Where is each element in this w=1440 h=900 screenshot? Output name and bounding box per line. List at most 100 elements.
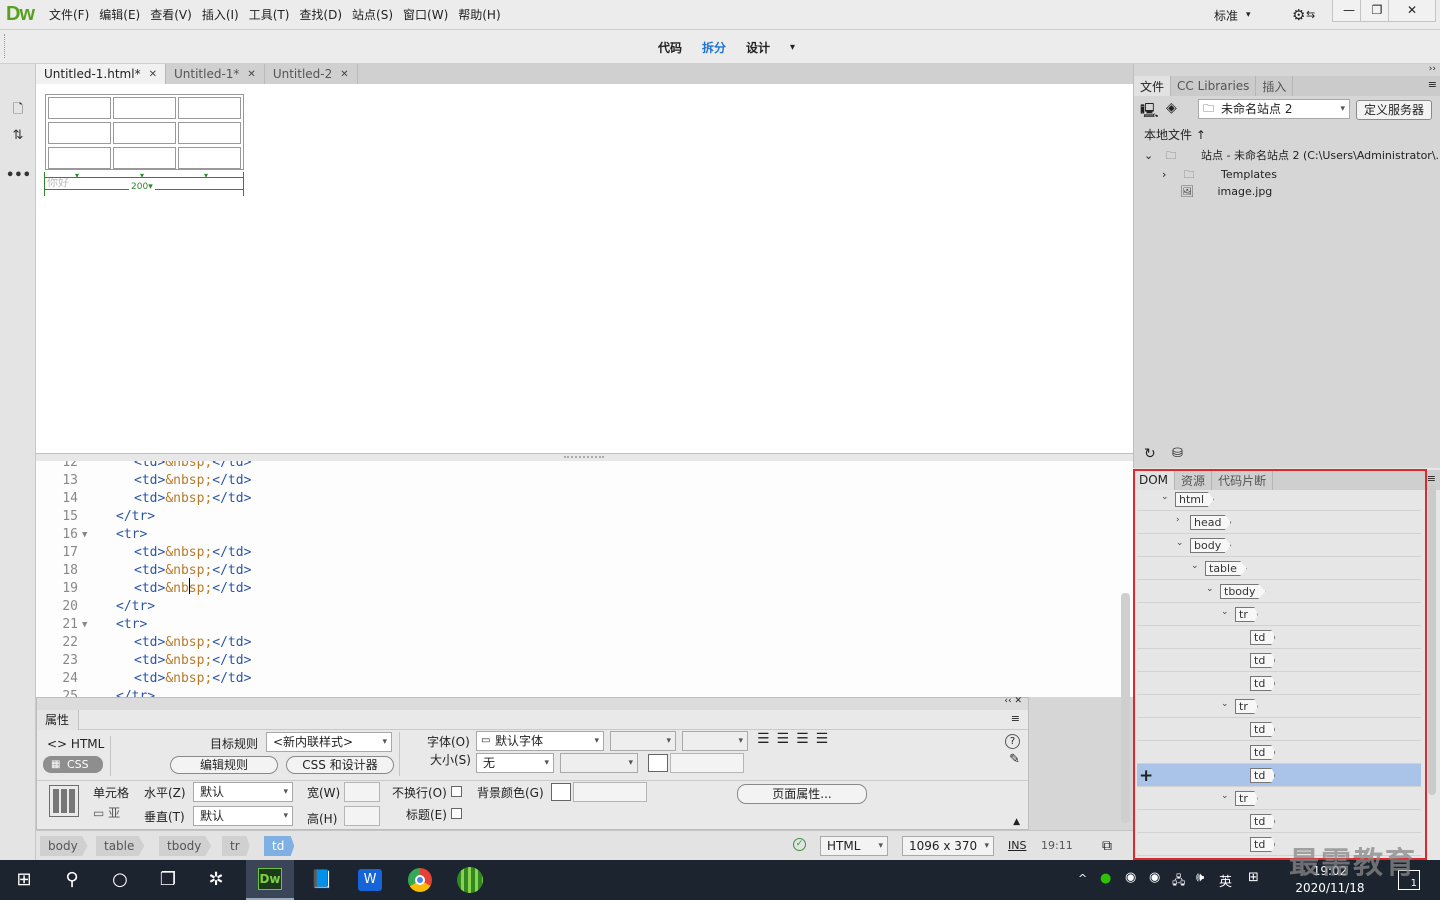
code-view[interactable]: 12 <td>&nbsp;</td> 13 <td>&nbsp;</td> 14 <td>… <box>36 461 1133 697</box>
align-buttons-icon[interactable]: ☰☰☰☰ <box>757 731 835 747</box>
width-input[interactable] <box>344 782 380 802</box>
refresh-icon[interactable]: ↻ <box>1144 446 1156 462</box>
menu-file[interactable]: 文件(F) <box>44 0 94 30</box>
define-server-button[interactable]: 定义服务器 <box>1356 100 1432 120</box>
quick-tag-editor-icon[interactable]: ✎ <box>1009 752 1020 767</box>
properties-tab[interactable]: 属性 <box>37 710 79 730</box>
live-preview-icon[interactable]: ⧉ <box>1102 838 1112 854</box>
menu-help[interactable]: 帮助(H) <box>453 0 505 30</box>
horz-select[interactable]: 默认 ▾ <box>193 782 293 802</box>
design-table-cell[interactable] <box>178 147 241 169</box>
text-color-swatch[interactable] <box>648 754 668 772</box>
panel-controls[interactable]: ‹‹ ✕ <box>1004 696 1022 706</box>
menu-icon[interactable]: ≡ <box>1427 472 1436 485</box>
tray-chevron-icon[interactable]: ^ <box>1078 872 1087 885</box>
design-table-cell[interactable] <box>178 97 241 119</box>
close-icon[interactable]: ✕ <box>149 69 157 80</box>
connect-icon[interactable]: 🖳 <box>1140 100 1160 119</box>
vert-select[interactable]: 默认 ▾ <box>193 806 293 826</box>
site-select[interactable]: 🗀 未命名站点 2 ▾ <box>1198 99 1350 119</box>
font-weight-select[interactable]: ▾ <box>682 731 748 751</box>
menu-edit[interactable]: 编辑(E) <box>94 0 145 30</box>
css-mode-button[interactable]: ▦ CSS <box>43 756 103 773</box>
close-icon[interactable]: ✕ <box>340 69 348 80</box>
breadcrumb-td[interactable]: td <box>264 836 295 856</box>
menu-icon[interactable]: ≡ <box>1428 78 1437 91</box>
split-view-button[interactable]: 拆分 <box>702 39 726 56</box>
speaker-icon[interactable]: 🕪 <box>1196 870 1204 885</box>
size-select[interactable]: 无 ▾ <box>476 753 554 773</box>
dom-scrollbar[interactable] <box>1428 485 1436 795</box>
chevron-right-icon[interactable]: › <box>1162 168 1180 181</box>
tab-untitled-2[interactable]: Untitled-2 ✕ <box>265 64 358 84</box>
fold-toggle-icon[interactable]: ▼ <box>82 530 87 540</box>
edit-rule-button[interactable]: 编辑规则 <box>170 756 278 774</box>
font-style-select[interactable]: ▾ <box>610 731 676 751</box>
local-files-header[interactable]: 本地文件 ↑ <box>1144 126 1206 143</box>
code-line[interactable]: 20 </tr> <box>36 599 1116 617</box>
menu-find[interactable]: 查找(D) <box>294 0 347 30</box>
text-color-input[interactable] <box>670 753 744 773</box>
close-icon[interactable]: ✕ <box>247 69 255 80</box>
menu-insert[interactable]: 插入(I) <box>197 0 244 30</box>
code-line[interactable]: 24 <td>&nbsp;</td> <box>36 671 1116 689</box>
code-line[interactable]: 25 </tr> <box>36 689 1116 697</box>
code-line[interactable]: 13 <td>&nbsp;</td> <box>36 473 1116 491</box>
design-table-cell[interactable] <box>48 97 111 119</box>
breadcrumb-table[interactable]: table <box>96 836 145 856</box>
window-size-select[interactable]: 1096 x 370 ▾ <box>902 836 994 856</box>
pinwheel-app-icon[interactable]: ✲ <box>200 866 232 894</box>
network-icon[interactable]: 🖧 <box>1172 871 1185 892</box>
search-icon[interactable]: ⚲ <box>56 866 88 894</box>
design-table-cell[interactable] <box>113 122 176 144</box>
tree-templates[interactable]: › 🗀 Templates <box>1162 166 1277 185</box>
css-designer-button[interactable]: CSS 和设计器 <box>286 756 394 774</box>
ime-indicator[interactable]: 英 <box>1219 871 1232 890</box>
tab-cc-libraries[interactable]: CC Libraries <box>1171 76 1257 96</box>
fold-toggle-icon[interactable]: ▼ <box>82 620 87 630</box>
no-errors-icon[interactable]: ✓ <box>793 838 806 851</box>
code-line[interactable]: 14 <td>&nbsp;</td> <box>36 491 1116 509</box>
design-table-cell[interactable] <box>113 147 176 169</box>
column-2-chevron-icon[interactable]: ▾ <box>140 171 144 180</box>
menu-window[interactable]: 窗口(W) <box>398 0 453 30</box>
tab-insert[interactable]: 插入 <box>1256 76 1294 96</box>
code-line[interactable]: 21 ▼ <tr> <box>36 617 1116 635</box>
merge-split-cells-icon[interactable]: ▭ 亚 <box>93 804 120 821</box>
height-input[interactable] <box>344 806 380 826</box>
tree-image-jpg[interactable]: 🖼 image.jpg <box>1180 185 1272 198</box>
get-put-icon[interactable]: ⛁ <box>1172 446 1183 461</box>
tab-untitled-1-html[interactable]: Untitled-1.html* ✕ <box>36 64 166 84</box>
sync-icon[interactable]: ⇆ <box>1306 8 1315 21</box>
settings-gear-icon[interactable]: ⚙ <box>1292 6 1305 24</box>
wechat-icon[interactable]: ● <box>1100 871 1111 886</box>
insert-mode[interactable]: INS <box>1008 839 1026 852</box>
code-line[interactable]: 18 <td>&nbsp;</td> <box>36 563 1116 581</box>
design-table-cell[interactable] <box>48 122 111 144</box>
doc-type-select[interactable]: HTML ▾ <box>820 836 888 856</box>
tab-files[interactable]: 文件 <box>1134 76 1172 96</box>
design-table-cell[interactable] <box>48 147 111 169</box>
open-documents-icon[interactable]: 🗋 <box>6 100 30 122</box>
code-line[interactable]: 15 </tr> <box>36 509 1116 527</box>
menu-tools[interactable]: 工具(T) <box>244 0 295 30</box>
code-line[interactable]: 12 <td>&nbsp;</td> <box>36 461 1116 473</box>
menu-site[interactable]: 站点(S) <box>347 0 398 30</box>
help-icon[interactable]: ? <box>1005 734 1020 749</box>
watermelon-app-icon[interactable] <box>457 867 483 893</box>
font-select[interactable]: ▭ 默认字体 ▾ <box>476 731 604 751</box>
git-icon[interactable]: ◈ <box>1166 100 1186 118</box>
notepad-icon[interactable]: 📘 <box>306 866 338 894</box>
nowrap-checkbox[interactable] <box>451 786 462 797</box>
code-view-button[interactable]: 代码 <box>658 39 682 56</box>
design-table-cell[interactable] <box>113 97 176 119</box>
ime-mode-icon[interactable]: ⊞ <box>1248 870 1259 885</box>
tab-untitled-1[interactable]: Untitled-1* ✕ <box>166 64 265 84</box>
windows-start-icon[interactable]: ⊞ <box>8 866 40 894</box>
column-1-chevron-icon[interactable]: ▾ <box>75 171 79 180</box>
code-line[interactable]: 16 ▼ <tr> <box>36 527 1116 545</box>
bgcolor-input[interactable] <box>573 782 647 802</box>
collapse-icon[interactable]: ▲ <box>1013 817 1020 827</box>
code-line[interactable]: 22 <td>&nbsp;</td> <box>36 635 1116 653</box>
qq-icon-2[interactable]: ◉ <box>1149 870 1160 885</box>
